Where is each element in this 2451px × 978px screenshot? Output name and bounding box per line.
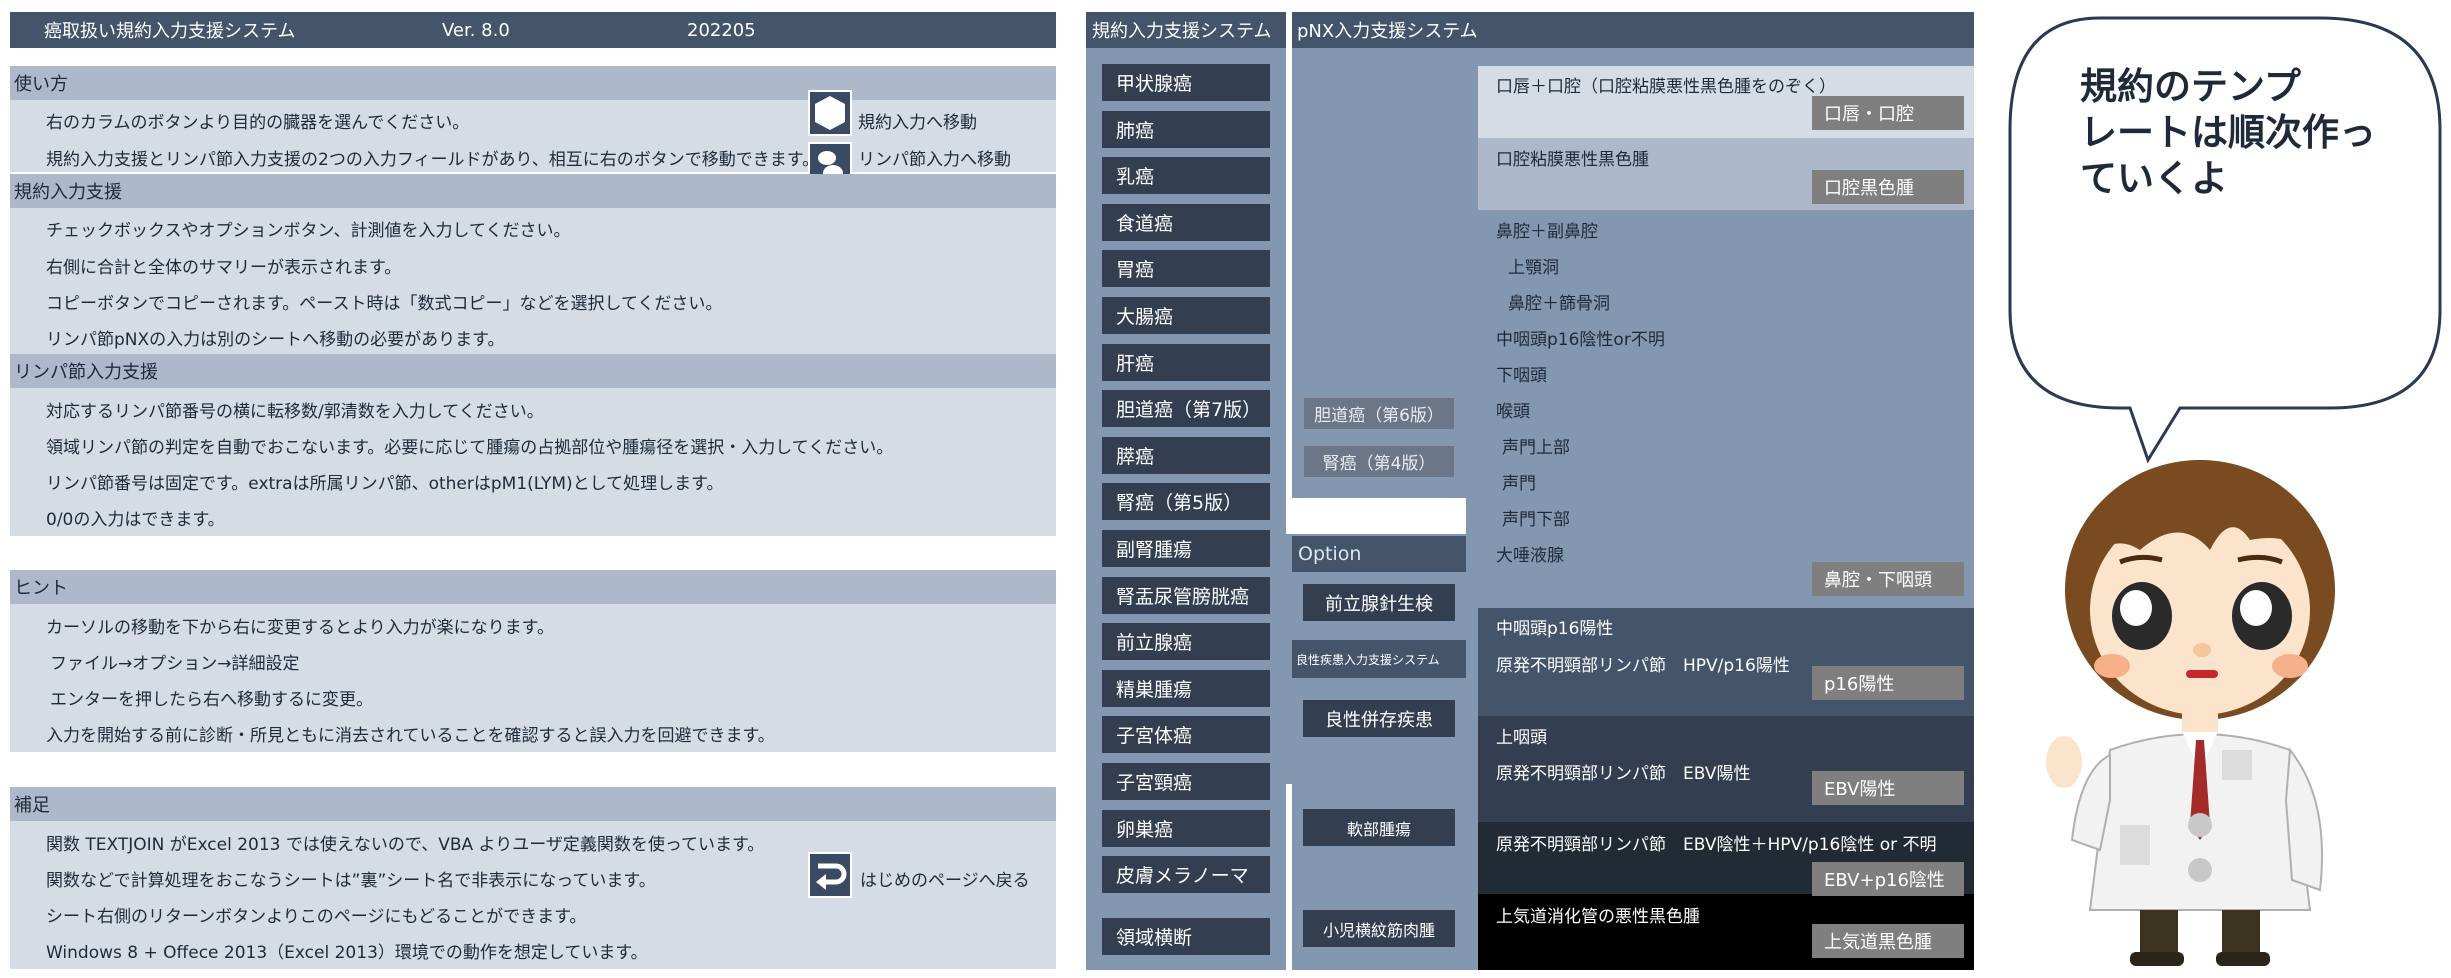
- usage-line-2: 規約入力支援とリンパ節入力支援の2つの入力フィールドがあり、相互に右のボタンで移…: [46, 150, 820, 170]
- notes-line-2: 関数などで計算処理をおこなうシートは”裏”シート名で非表示になっています。: [46, 871, 656, 891]
- organ-button-5[interactable]: 大腸癌: [1102, 297, 1270, 334]
- lip-oral-button[interactable]: 口唇・口腔: [1812, 96, 1964, 130]
- pnx-nasal-line-5: 下咽頭: [1496, 366, 1547, 386]
- organ-button-6[interactable]: 肝癌: [1102, 344, 1270, 381]
- organ-button-3[interactable]: 食道癌: [1102, 204, 1270, 241]
- oral-melanoma-button[interactable]: 口腔黒色腫: [1812, 170, 1964, 204]
- speech-line-1: 規約のテンプ: [2080, 65, 2301, 108]
- organ-button-11[interactable]: 腎盂尿管膀胱癌: [1102, 577, 1270, 614]
- nasal-hypopharynx-button[interactable]: 鼻腔・下咽頭: [1812, 562, 1964, 596]
- organ-button-16[interactable]: 卵巣癌: [1102, 810, 1270, 847]
- pnx-nasal-line-9: 声門下部: [1502, 510, 1570, 530]
- organ-button-13[interactable]: 精巣腫瘍: [1102, 670, 1270, 707]
- app-title: 癌取扱い規約入力支援システム: [44, 21, 296, 42]
- kiyaku-support-line-4: リンパ節pNXの入力は別のシートへ移動の必要があります。: [46, 330, 505, 350]
- pnx-left-strip: [1466, 48, 1478, 970]
- kiyaku-panel-header: 規約入力支援システム: [1086, 12, 1286, 48]
- pnx-p16-line-2: 原発不明頸部リンパ節 HPV/p16陽性: [1496, 656, 1790, 676]
- kiyaku-support-line-1: チェックボックスやオプションボタン、計測値を入力してください。: [46, 221, 571, 241]
- pnx-ebv-line-1: 上咽頭: [1496, 728, 1547, 748]
- organ-button-12[interactable]: 前立腺癌: [1102, 623, 1270, 660]
- organ-button-9[interactable]: 腎癌（第5版）: [1102, 483, 1270, 520]
- ebv-p16-negative-button[interactable]: EBV+p16陰性: [1812, 862, 1964, 896]
- p16-positive-button[interactable]: p16陽性: [1812, 666, 1964, 700]
- lymph-support-line-4: 0/0の入力はできます。: [46, 510, 225, 530]
- app-version: Ver. 8.0: [442, 19, 510, 41]
- hexagon-icon: [815, 96, 845, 130]
- organ-button-1[interactable]: 肺癌: [1102, 111, 1270, 148]
- lymph-support-line-3: リンパ節番号は固定です。extraは所属リンパ節、otherはpM1(LYM)と…: [46, 474, 724, 494]
- pnx-nasal-line-6: 喉頭: [1496, 402, 1530, 422]
- notes-line-1: 関数 TEXTJOIN がExcel 2013 では使えないので、VBA よりユ…: [46, 835, 765, 855]
- return-arrow-icon: [816, 863, 847, 890]
- pnx-nasal-line-8: 声門: [1502, 474, 1536, 494]
- pnx-ebv-line-2: 原発不明頸部リンパ節 EBV陽性: [1496, 764, 1751, 784]
- lymph-nav-label[interactable]: リンパ節入力へ移動: [858, 145, 1011, 170]
- kiyaku-nav-label[interactable]: 規約入力へ移動: [858, 108, 977, 133]
- hint-heading: ヒント: [10, 570, 1056, 604]
- prostate-biopsy-button[interactable]: 前立腺針生検: [1303, 584, 1455, 621]
- pnx-nasal-line-10: 大唾液腺: [1496, 546, 1564, 566]
- kiyaku-support-line-3: コピーボタンでコピーされます。ペースト時は「数式コピー」などを選択してください。: [46, 294, 723, 314]
- hint-line-2: ファイル→オプション→詳細設定: [50, 654, 300, 674]
- pnx-nasal-line-3: 鼻腔＋篩骨洞: [1508, 294, 1610, 314]
- pnx-ebv-neg-line: 原発不明頸部リンパ節 EBV陰性＋HPV/p16陰性 or 不明: [1496, 835, 1937, 855]
- organ-button-18[interactable]: 領域横断: [1102, 918, 1270, 955]
- organ-button-14[interactable]: 子宮体癌: [1102, 716, 1270, 753]
- upper-aerodigestive-melanoma-button[interactable]: 上気道黒色腫: [1812, 924, 1964, 958]
- hint-line-4: 入力を開始する前に診断・所見ともに消去されていることを確認すると誤入力を回避でき…: [46, 726, 775, 746]
- soft-tissue-button[interactable]: 軟部腫瘍: [1303, 809, 1455, 846]
- option-label-text: Option: [1298, 543, 1362, 565]
- return-label[interactable]: はじめのページへ戻る: [860, 866, 1030, 891]
- kiyaku-nav-button[interactable]: [808, 90, 852, 136]
- mid-column-bg-top: [1292, 48, 1466, 498]
- organ-button-17[interactable]: 皮膚メラノーマ: [1102, 856, 1270, 893]
- kiyaku-panel-title: 規約入力支援システム: [1092, 21, 1272, 42]
- ebv-positive-button[interactable]: EBV陽性: [1812, 771, 1964, 805]
- biliary-6th-button[interactable]: 胆道癌（第6版）: [1303, 397, 1455, 430]
- pnx-oral-melanoma-text: 口腔粘膜悪性黒色腫: [1496, 150, 1649, 170]
- speech-line-2: レートは順次作っ: [2080, 111, 2376, 154]
- renal-4th-button[interactable]: 腎癌（第4版）: [1303, 445, 1455, 478]
- app-date: 202205: [687, 19, 756, 41]
- benign-label-text: 良性疾患入力支援システム: [1296, 652, 1440, 667]
- pnx-nasal-line-1: 鼻腔＋副鼻腔: [1496, 222, 1598, 242]
- kiyaku-support-heading: 規約入力支援: [10, 174, 1056, 208]
- pnx-nasal-line-4: 中咽頭p16陰性or不明: [1496, 330, 1665, 350]
- notes-line-3: シート右側のリターンボタンよりこのページにもどることができます。: [46, 907, 587, 927]
- pnx-panel-title: pNX入力支援システム: [1297, 21, 1478, 42]
- speech-text: 規約のテンプ レートは順次作っ ていくよ: [2080, 64, 2380, 202]
- pnx-p16-line-1: 中咽頭p16陽性: [1496, 619, 1614, 639]
- kiyaku-support-line-2: 右側に合計と全体のサマリーが表示されます。: [46, 258, 402, 278]
- organ-button-7[interactable]: 胆道癌（第7版）: [1102, 390, 1270, 427]
- pnx-lip-text: 口唇＋口腔（口腔粘膜悪性黒色腫をのぞく）: [1496, 77, 1836, 97]
- lymph-support-line-1: 対応するリンパ節番号の横に転移数/郭清数を入力してください。: [46, 402, 544, 422]
- speech-line-3: ていくよ: [2080, 157, 2228, 200]
- organ-button-10[interactable]: 副腎腫瘍: [1102, 530, 1270, 567]
- notes-heading: 補足: [10, 787, 1056, 821]
- app-header: 癌取扱い規約入力支援システム Ver. 8.0 202205: [10, 12, 1056, 48]
- organ-button-0[interactable]: 甲状腺癌: [1102, 64, 1270, 101]
- pnx-panel-strip: [1474, 48, 1974, 66]
- hint-line-1: カーソルの移動を下から右に変更するとより入力が楽になります。: [46, 618, 554, 638]
- lymph-support-heading: リンパ節入力支援: [10, 354, 1056, 388]
- hint-line-3: エンターを押したら右へ移動するに変更。: [50, 690, 373, 710]
- pnx-nasal-line-7: 声門上部: [1502, 438, 1570, 458]
- pnx-nasal-line-2: 上顎洞: [1508, 258, 1559, 278]
- pnx-panel-header: pNX入力支援システム: [1292, 12, 1974, 48]
- organ-button-8[interactable]: 膵癌: [1102, 437, 1270, 474]
- lymph-support-line-2: 領域リンパ節の判定を自動でおこないます。必要に応じて腫瘍の占拠部位や腫瘍径を選択…: [46, 438, 894, 458]
- organ-button-15[interactable]: 子宮頸癌: [1102, 763, 1270, 800]
- option-label: Option: [1292, 536, 1466, 572]
- organ-button-4[interactable]: 胃癌: [1102, 250, 1270, 287]
- pnx-melanoma-line: 上気道消化管の悪性黒色腫: [1496, 907, 1700, 927]
- usage-heading: 使い方: [10, 66, 1056, 100]
- usage-line-1: 右のカラムのボタンより目的の臓器を選んでください。: [46, 113, 470, 133]
- organ-button-2[interactable]: 乳癌: [1102, 157, 1270, 194]
- notes-line-4: Windows 8 + Offece 2013（Excel 2013）環境での動…: [46, 943, 648, 963]
- return-button[interactable]: [808, 852, 852, 898]
- benign-label: 良性疾患入力支援システム: [1292, 640, 1466, 678]
- rhabdo-button[interactable]: 小児横紋筋肉腫: [1303, 910, 1455, 947]
- benign-comorbidity-button[interactable]: 良性併存疾患: [1303, 700, 1455, 737]
